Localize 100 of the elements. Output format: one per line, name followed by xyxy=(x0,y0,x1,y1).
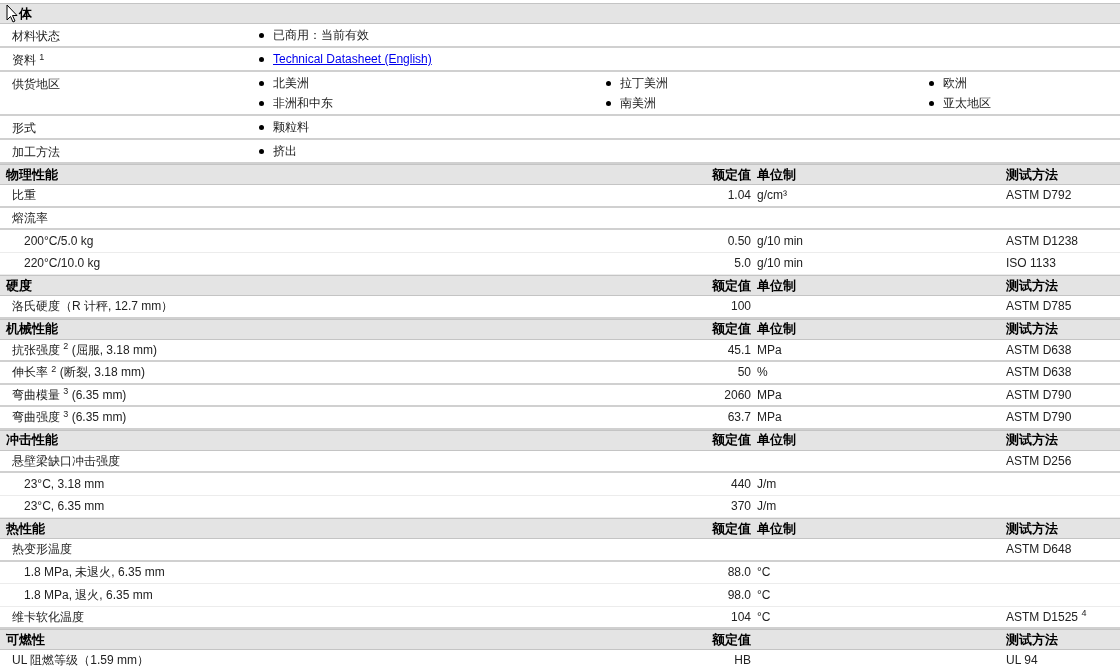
list-item-text: 北美洲 xyxy=(273,75,309,92)
property-label: 热变形温度 xyxy=(12,542,72,557)
column-heading: 测试方法 xyxy=(1005,320,1058,339)
property-label: 材料状态 xyxy=(12,29,60,43)
property-label: 形式 xyxy=(12,121,36,135)
section-title: 热性能 xyxy=(5,519,46,538)
property-value: 2060 xyxy=(724,387,751,402)
unit-text: °C xyxy=(757,609,771,624)
column-heading: 额定值 xyxy=(711,276,751,295)
property-value: HB xyxy=(734,653,751,667)
list-item-text: 拉丁美洲 xyxy=(620,75,668,92)
property-label: 抗张强度 $^{2}$ (屈服, 3.18 mm) xyxy=(12,342,158,357)
bullet-icon xyxy=(606,100,611,106)
column-heading: 测试方法 xyxy=(1005,165,1058,184)
test-method: ASTM D790 xyxy=(1006,410,1072,425)
column-heading: 单位制 xyxy=(756,519,797,538)
property-label: 220°C/10.0 kg xyxy=(24,256,101,271)
property-label: 维卡软化温度 xyxy=(12,609,84,624)
column-heading: 额定值 xyxy=(711,630,751,649)
property-label: 供货地区 xyxy=(12,77,60,91)
column-heading: 测试方法 xyxy=(1005,276,1058,295)
property-label: UL 阻燃等级（1.59 mm） xyxy=(12,653,149,667)
property-value: 98.0 xyxy=(727,587,751,602)
property-value: 1.04 xyxy=(727,188,751,203)
property-value: 100 xyxy=(730,299,751,314)
bullet-icon xyxy=(606,80,611,86)
property-label: 1.8 MPa, 退火, 6.35 mm xyxy=(24,587,153,602)
list-item-text: 欧洲 xyxy=(943,75,967,92)
test-method: ASTM D256 xyxy=(1006,453,1072,468)
section-title: 物理性能 xyxy=(5,165,59,184)
test-method: UL 94 xyxy=(1006,653,1038,667)
test-method: ASTM D1525 $^{4}$ xyxy=(1006,609,1087,624)
property-label: 弯曲强度 $^{3}$ (6.35 mm) xyxy=(12,410,127,425)
column-heading: 额定值 xyxy=(711,165,751,184)
column-heading: 单位制 xyxy=(756,276,797,295)
column-heading: 测试方法 xyxy=(1005,630,1058,649)
list-item-text: 颗粒料 xyxy=(273,119,309,136)
property-label: 熔流率 xyxy=(12,210,48,225)
test-method: ASTM D792 xyxy=(1006,188,1072,203)
list-item-text: 南美洲 xyxy=(620,95,656,112)
column-heading: 测试方法 xyxy=(1005,431,1058,450)
list-item-text: 非洲和中东 xyxy=(273,95,333,112)
unit-text: J/m xyxy=(757,499,777,514)
property-label: 23°C, 6.35 mm xyxy=(24,499,105,514)
property-value: 50 xyxy=(737,365,751,380)
test-method: ISO 1133 xyxy=(1006,256,1056,271)
property-value: 63.7 xyxy=(727,410,751,425)
unit-text: MPa xyxy=(757,342,782,357)
unit-text: MPa xyxy=(757,410,782,425)
test-method: ASTM D638 xyxy=(1006,365,1072,380)
bullet-icon xyxy=(929,100,934,106)
bullet-icon xyxy=(259,80,264,86)
bullet-icon xyxy=(259,100,264,106)
bullet-icon xyxy=(259,56,264,62)
section-title: 冲击性能 xyxy=(5,431,59,450)
test-method: ASTM D638 xyxy=(1006,342,1072,357)
column-heading: 额定值 xyxy=(711,320,751,339)
unit-text: g/10 min xyxy=(757,256,804,271)
property-value: 5.0 xyxy=(734,256,751,271)
bullet-icon xyxy=(929,80,934,86)
property-label: 资料 $^{1}$ xyxy=(12,53,45,67)
unit-text: °C xyxy=(757,565,771,580)
property-label: 洛氏硬度（R 计秤, 12.7 mm） xyxy=(12,299,174,314)
unit-text: MPa xyxy=(757,387,782,402)
column-heading: 单位制 xyxy=(756,431,797,450)
property-label: 200°C/5.0 kg xyxy=(24,233,94,248)
unit-text: % xyxy=(757,365,768,380)
unit-text: °C xyxy=(757,587,771,602)
property-value: 0.50 xyxy=(727,233,751,248)
list-item-text: 已商用：当前有效 xyxy=(273,27,369,44)
property-label: 23°C, 3.18 mm xyxy=(24,476,105,491)
list-item-text: 挤出 xyxy=(273,143,297,160)
unit-text: J/m xyxy=(757,476,777,491)
property-label: 1.8 MPa, 未退火, 6.35 mm xyxy=(24,565,165,580)
test-method: ASTM D785 xyxy=(1006,299,1072,314)
property-value: 88.0 xyxy=(727,565,751,580)
property-value: 440 xyxy=(730,476,751,491)
property-label: 比重 xyxy=(12,188,36,203)
column-heading: 测试方法 xyxy=(1005,519,1058,538)
column-heading: 单位制 xyxy=(756,165,797,184)
bullet-icon xyxy=(259,148,264,154)
unit-text: g/cm³ xyxy=(757,188,787,203)
property-label: 悬壁梁缺口冲击强度 xyxy=(12,453,120,468)
test-method: ASTM D1238 xyxy=(1006,233,1079,248)
property-label: 加工方法 xyxy=(12,145,60,159)
section-title: 硬度 xyxy=(5,276,33,295)
list-item-text: 亚太地区 xyxy=(943,95,991,112)
section-title: 体 xyxy=(17,4,33,23)
cursor-icon xyxy=(6,4,18,23)
property-value: 370 xyxy=(730,499,751,514)
test-method: ASTM D790 xyxy=(1006,387,1072,402)
property-value: 45.1 xyxy=(727,342,751,357)
section-title: 可燃性 xyxy=(5,630,46,649)
column-heading: 额定值 xyxy=(711,519,751,538)
datasheet-link[interactable]: Technical Datasheet (English) xyxy=(273,50,432,68)
property-value: 104 xyxy=(730,609,751,624)
bullet-icon xyxy=(259,32,264,38)
column-heading: 额定值 xyxy=(711,431,751,450)
section-title: 机械性能 xyxy=(4,320,59,339)
column-heading: 单位制 xyxy=(756,320,797,339)
